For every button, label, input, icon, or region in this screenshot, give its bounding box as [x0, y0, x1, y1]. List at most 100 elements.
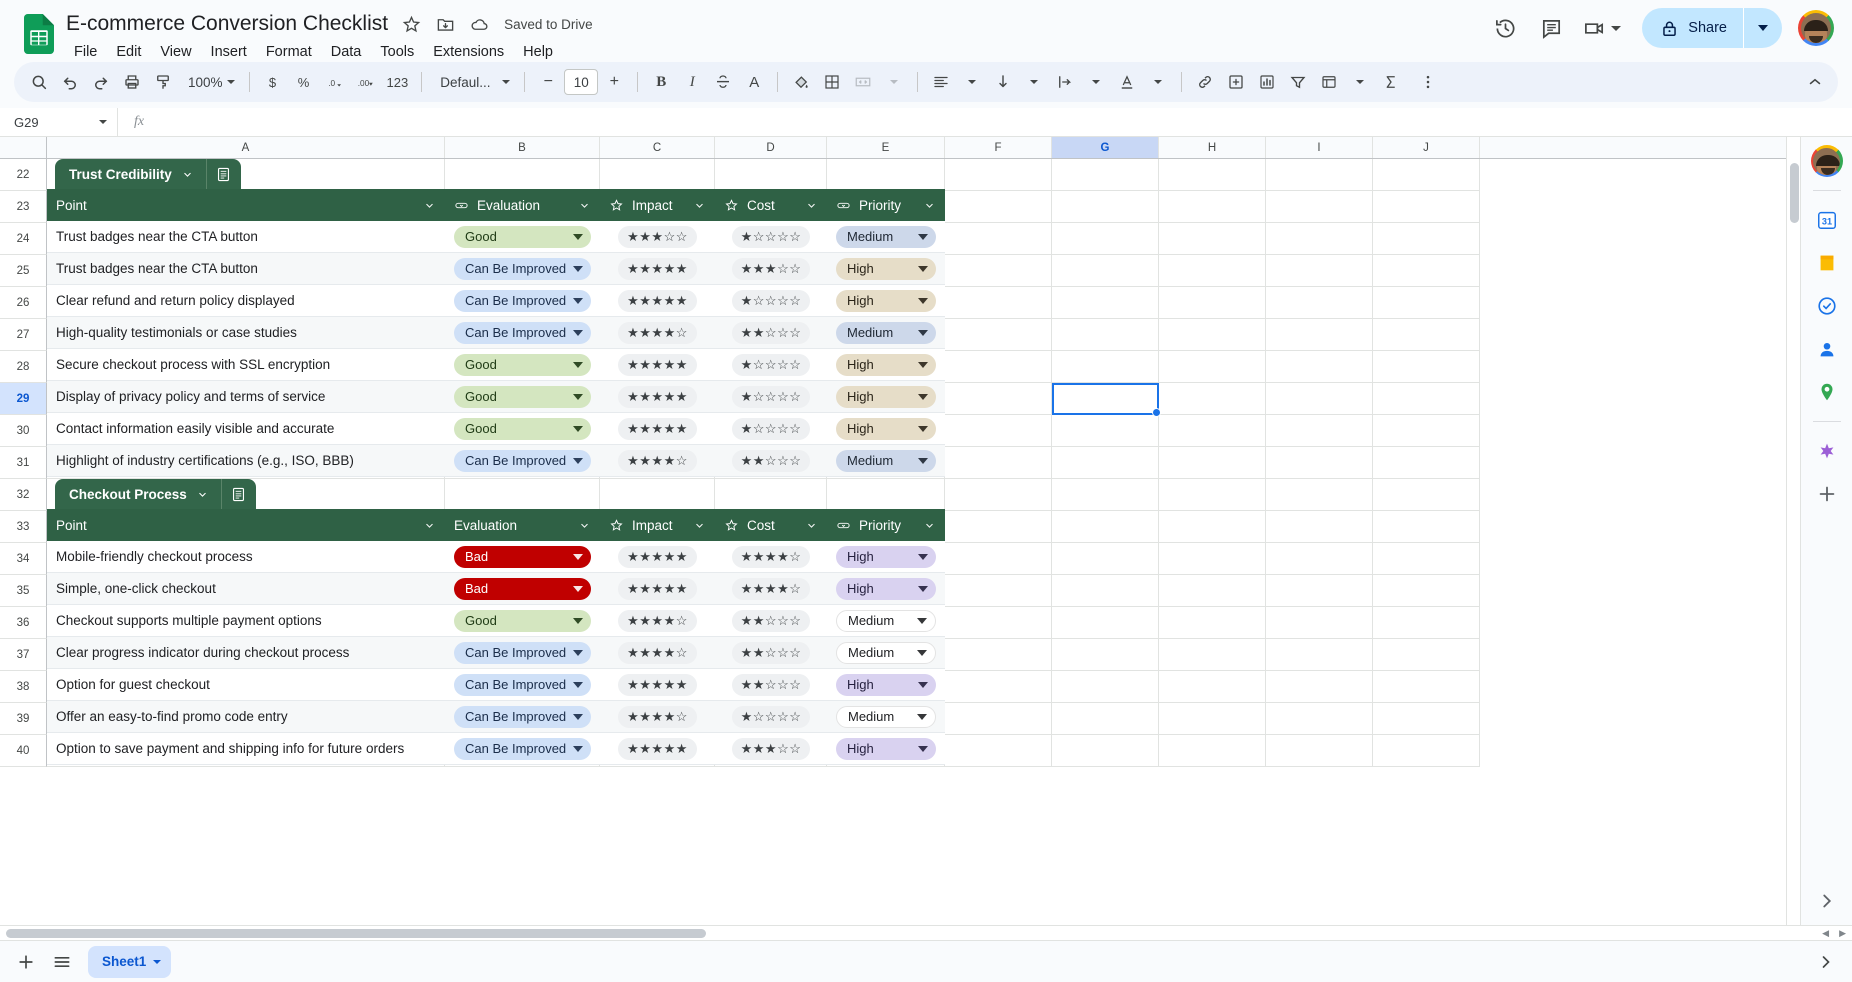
- cell-cost[interactable]: ★★★★☆: [715, 573, 827, 605]
- comment-icon[interactable]: [1531, 8, 1571, 48]
- cell-H32[interactable]: [1159, 479, 1266, 511]
- chevron-down-icon[interactable]: [693, 519, 706, 532]
- cell-F40[interactable]: [945, 735, 1052, 767]
- menu-extensions[interactable]: Extensions: [425, 41, 512, 63]
- chevron-down-icon[interactable]: [1019, 67, 1049, 97]
- row-header-33[interactable]: 33: [0, 511, 47, 543]
- menu-tools[interactable]: Tools: [372, 41, 422, 63]
- column-header-j[interactable]: J: [1373, 137, 1480, 158]
- row-header-36[interactable]: 36: [0, 607, 47, 639]
- more-options-icon[interactable]: [1413, 67, 1443, 97]
- table-row[interactable]: Highlight of industry certifications (e.…: [47, 445, 945, 477]
- add-ons-icon[interactable]: [1809, 433, 1845, 469]
- cell-point[interactable]: Contact information easily visible and a…: [47, 413, 445, 445]
- cell-evaluation[interactable]: Bad: [445, 541, 600, 573]
- font-family-selector[interactable]: Defaul...: [430, 67, 516, 97]
- cell-G32[interactable]: [1052, 479, 1159, 511]
- share-button[interactable]: Share: [1642, 8, 1782, 48]
- cell-evaluation[interactable]: Good: [445, 605, 600, 637]
- cell-I27[interactable]: [1266, 319, 1373, 351]
- priority-dropdown[interactable]: Medium: [836, 449, 936, 472]
- column-header-f[interactable]: F: [945, 137, 1052, 158]
- text-wrap-icon[interactable]: [1050, 67, 1080, 97]
- font-size-input[interactable]: 10: [564, 69, 599, 95]
- column-header-g[interactable]: G: [1052, 137, 1159, 158]
- table-row[interactable]: High-quality testimonials or case studie…: [47, 317, 945, 349]
- column-header-d[interactable]: D: [715, 137, 827, 158]
- sheet-tab-sheet1[interactable]: Sheet1: [88, 945, 172, 978]
- cell-H25[interactable]: [1159, 255, 1266, 287]
- table-row[interactable]: Simple, one-click checkout Bad ★★★★★ ★★★★☆ H…: [47, 573, 945, 605]
- priority-dropdown[interactable]: High: [836, 417, 936, 440]
- cell-evaluation[interactable]: Can Be Improved: [445, 445, 600, 477]
- menu-format[interactable]: Format: [258, 41, 320, 63]
- cell-priority[interactable]: High: [827, 669, 945, 701]
- row-header-23[interactable]: 23: [0, 191, 47, 223]
- priority-dropdown[interactable]: Medium: [836, 321, 936, 344]
- cell-H36[interactable]: [1159, 607, 1266, 639]
- chevron-down-icon[interactable]: [153, 959, 162, 964]
- row-header-34[interactable]: 34: [0, 543, 47, 575]
- currency-format-button[interactable]: $: [258, 67, 288, 97]
- cell-J36[interactable]: [1373, 607, 1480, 639]
- cell-H34[interactable]: [1159, 543, 1266, 575]
- menu-edit[interactable]: Edit: [108, 41, 149, 63]
- priority-dropdown[interactable]: High: [836, 257, 936, 280]
- chevron-down-icon[interactable]: [196, 488, 209, 501]
- cell-cost[interactable]: ★★★★☆: [715, 541, 827, 573]
- chevron-down-icon[interactable]: [181, 168, 194, 181]
- table-header-impact[interactable]: Impact: [600, 189, 715, 221]
- cell-J34[interactable]: [1373, 543, 1480, 575]
- cell-H23[interactable]: [1159, 191, 1266, 223]
- cell-impact[interactable]: ★★★★☆: [600, 317, 715, 349]
- column-header-h[interactable]: H: [1159, 137, 1266, 158]
- menu-data[interactable]: Data: [323, 41, 370, 63]
- functions-icon[interactable]: [1376, 67, 1406, 97]
- cell-impact[interactable]: ★★★★☆: [600, 637, 715, 669]
- cell-cost[interactable]: ★★★☆☆: [715, 253, 827, 285]
- cell-J35[interactable]: [1373, 575, 1480, 607]
- name-box[interactable]: G29: [0, 108, 118, 136]
- menu-insert[interactable]: Insert: [203, 41, 255, 63]
- row-header-27[interactable]: 27: [0, 319, 47, 351]
- cell-F35[interactable]: [945, 575, 1052, 607]
- cell-evaluation[interactable]: Good: [445, 413, 600, 445]
- chevron-down-icon[interactable]: [923, 199, 936, 212]
- share-dropdown[interactable]: [1744, 8, 1782, 48]
- chevron-down-icon[interactable]: [805, 519, 818, 532]
- cell-impact[interactable]: ★★★★☆: [600, 445, 715, 477]
- cell-H31[interactable]: [1159, 447, 1266, 479]
- cell-point[interactable]: Offer an easy-to-find promo code entry: [47, 701, 445, 733]
- table-header-impact[interactable]: Impact: [600, 509, 715, 541]
- cell-priority[interactable]: High: [827, 253, 945, 285]
- table-header-priority[interactable]: Priority: [827, 509, 945, 541]
- cell-G40[interactable]: [1052, 735, 1159, 767]
- cell-I26[interactable]: [1266, 287, 1373, 319]
- filter-views-icon[interactable]: [1314, 67, 1344, 97]
- cell-H33[interactable]: [1159, 511, 1266, 543]
- evaluation-dropdown[interactable]: Can Be Improved: [454, 449, 591, 472]
- cell-J39[interactable]: [1373, 703, 1480, 735]
- chevron-down-icon[interactable]: [423, 199, 436, 212]
- row-header-37[interactable]: 37: [0, 639, 47, 671]
- column-header-c[interactable]: C: [600, 137, 715, 158]
- cell-G26[interactable]: [1052, 287, 1159, 319]
- cell-evaluation[interactable]: Good: [445, 221, 600, 253]
- cell-H40[interactable]: [1159, 735, 1266, 767]
- horizontal-scroll-thumb[interactable]: [6, 928, 706, 938]
- table-row[interactable]: Trust badges near the CTA button Can Be I…: [47, 253, 945, 285]
- chevron-down-icon[interactable]: [423, 519, 436, 532]
- chevron-down-icon[interactable]: [693, 199, 706, 212]
- percent-format-button[interactable]: %: [289, 67, 319, 97]
- cell-point[interactable]: Secure checkout process with SSL encrypt…: [47, 349, 445, 381]
- cell-point[interactable]: Clear refund and return policy displayed: [47, 285, 445, 317]
- vertical-scroll-thumb[interactable]: [1790, 163, 1799, 223]
- cell-I33[interactable]: [1266, 511, 1373, 543]
- cell-priority[interactable]: High: [827, 541, 945, 573]
- cell-J32[interactable]: [1373, 479, 1480, 511]
- cell-F32[interactable]: [945, 479, 1052, 511]
- cell-point[interactable]: Display of privacy policy and terms of s…: [47, 381, 445, 413]
- cell-F33[interactable]: [945, 511, 1052, 543]
- cell-J22[interactable]: [1373, 159, 1480, 191]
- italic-button[interactable]: I: [677, 67, 707, 97]
